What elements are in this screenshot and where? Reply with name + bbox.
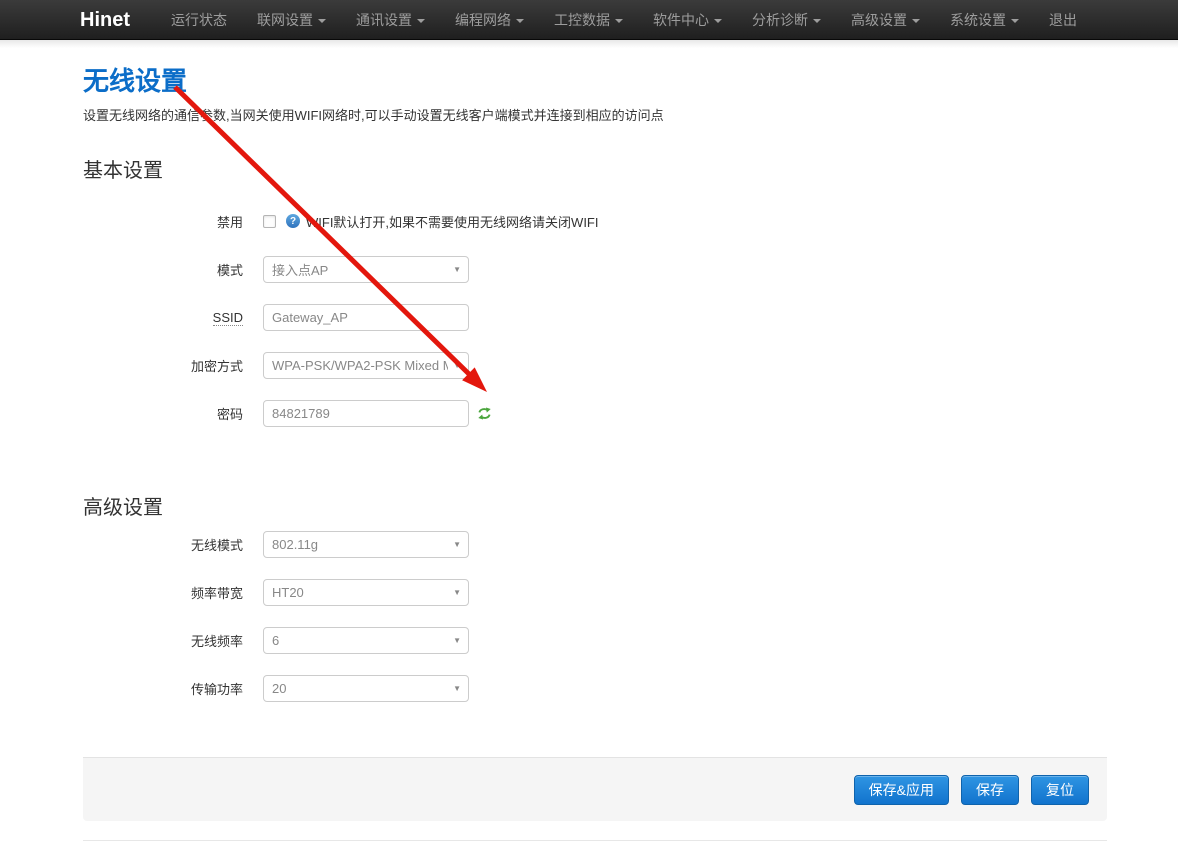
encryption-row: 加密方式 WPA-PSK/WPA2-PSK Mixed Mode ▼ [83,352,1107,379]
menu-item-system-settings[interactable]: 系统设置 [935,0,1034,39]
regenerate-password-icon[interactable] [477,406,492,421]
select-caret-icon: ▼ [453,685,461,693]
password-row: 密码 [83,400,1107,427]
mode-select[interactable]: 接入点AP ▼ [263,256,469,283]
channel-row: 无线频率 6 ▼ [83,627,1107,654]
menu-item-run-status[interactable]: 运行状态 [156,0,242,39]
menu-item-industrial-data[interactable]: 工控数据 [539,0,638,39]
caret-down-icon [417,19,425,23]
menu-item-network-settings[interactable]: 联网设置 [242,0,341,39]
section-heading-basic: 基本设置 [83,154,1107,183]
section-heading-advanced: 高级设置 [83,491,1107,520]
ssid-label: SSID [83,310,263,325]
menu-item-software-center[interactable]: 软件中心 [638,0,737,39]
page-subtitle: 设置无线网络的通信参数,当网关使用WIFI网络时,可以手动设置无线客户端模式并连… [83,105,1107,124]
menu-item-diagnostics[interactable]: 分析诊断 [737,0,836,39]
mode-label: 模式 [83,260,263,279]
wireless-mode-row: 无线模式 802.11g ▼ [83,531,1107,558]
select-caret-icon: ▼ [453,541,461,549]
caret-down-icon [318,19,326,23]
main-menu: 运行状态 联网设置 通讯设置 编程网络 工控数据 软件中心 分析诊断 高级设置 … [156,0,1092,39]
disable-hint: WIFI默认打开,如果不需要使用无线网络请关闭WIFI [306,212,598,231]
mode-row: 模式 接入点AP ▼ [83,256,1107,283]
page-title: 无线设置 [83,61,1107,98]
tx-power-label: 传输功率 [83,679,263,698]
top-navbar: Hinet 运行状态 联网设置 通讯设置 编程网络 工控数据 软件中心 分析诊断… [0,0,1178,40]
caret-down-icon [714,19,722,23]
tx-power-row: 传输功率 20 ▼ [83,675,1107,702]
caret-down-icon [813,19,821,23]
menu-item-comm-settings[interactable]: 通讯设置 [341,0,440,39]
select-caret-icon: ▼ [453,362,461,370]
bandwidth-row: 频率带宽 HT20 ▼ [83,579,1107,606]
help-icon[interactable]: ? [286,214,300,228]
basic-settings-form: 禁用 ? WIFI默认打开,如果不需要使用无线网络请关闭WIFI 模式 接入点A… [83,211,1107,427]
disable-row: 禁用 ? WIFI默认打开,如果不需要使用无线网络请关闭WIFI [83,211,1107,231]
ssid-input[interactable] [263,304,469,331]
ssid-row: SSID [83,304,1107,331]
content-area: 无线设置 设置无线网络的通信参数,当网关使用WIFI网络时,可以手动设置无线客户… [0,61,1107,702]
disable-label: 禁用 [83,212,263,231]
password-input[interactable] [263,400,469,427]
bandwidth-select[interactable]: HT20 ▼ [263,579,469,606]
select-caret-icon: ▼ [453,637,461,645]
wireless-mode-label: 无线模式 [83,535,263,554]
caret-down-icon [516,19,524,23]
navbar-shadow [0,40,1178,48]
menu-item-logout[interactable]: 退出 [1034,0,1092,39]
caret-down-icon [615,19,623,23]
menu-item-advanced-settings[interactable]: 高级设置 [836,0,935,39]
tx-power-select[interactable]: 20 ▼ [263,675,469,702]
encryption-select[interactable]: WPA-PSK/WPA2-PSK Mixed Mode ▼ [263,352,469,379]
disable-checkbox[interactable] [263,215,276,228]
save-button[interactable]: 保存 [961,775,1019,805]
caret-down-icon [912,19,920,23]
select-caret-icon: ▼ [453,589,461,597]
bandwidth-label: 频率带宽 [83,583,263,602]
advanced-settings-form: 无线模式 802.11g ▼ 频率带宽 HT20 ▼ 无线频率 6 ▼ 传输功率… [83,531,1107,702]
menu-item-programming-network[interactable]: 编程网络 [440,0,539,39]
save-apply-button[interactable]: 保存&应用 [854,775,949,805]
brand-logo[interactable]: Hinet [80,0,130,39]
channel-select[interactable]: 6 ▼ [263,627,469,654]
wireless-mode-select[interactable]: 802.11g ▼ [263,531,469,558]
select-caret-icon: ▼ [453,266,461,274]
caret-down-icon [1011,19,1019,23]
footer-action-bar: 保存&应用 保存 复位 [83,757,1107,821]
password-label: 密码 [83,404,263,423]
channel-label: 无线频率 [83,631,263,650]
reset-button[interactable]: 复位 [1031,775,1089,805]
encryption-label: 加密方式 [83,356,263,375]
